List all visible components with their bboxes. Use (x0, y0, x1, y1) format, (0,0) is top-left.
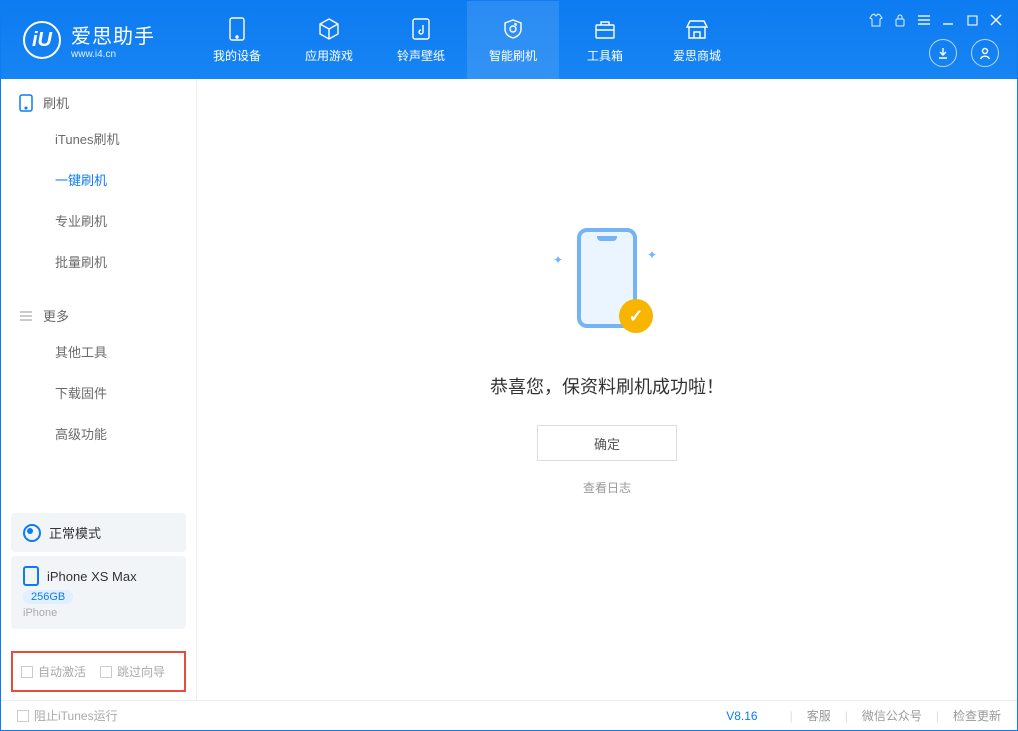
sidebar-item-itunes-flash[interactable]: iTunes刷机 (1, 118, 196, 159)
header-actions-bottom (929, 39, 999, 67)
version-label: V8.16 (726, 709, 757, 723)
checkbox-auto-activate[interactable]: 自动激活 (21, 663, 86, 680)
download-button[interactable] (929, 39, 957, 67)
checkbox-block-itunes[interactable]: 阻止iTunes运行 (17, 707, 118, 724)
ok-button[interactable]: 确定 (537, 425, 677, 461)
phone-icon (19, 94, 33, 112)
shirt-icon[interactable] (869, 13, 883, 27)
logo-area: iU 爱思助手 www.i4.cn (1, 20, 191, 60)
music-file-icon (408, 16, 434, 42)
success-message: 恭喜您，保资料刷机成功啦！ (490, 373, 724, 399)
sidebar-item-download-firmware[interactable]: 下载固件 (1, 372, 196, 413)
close-button[interactable] (989, 13, 1003, 27)
sidebar-item-advanced[interactable]: 高级功能 (1, 413, 196, 454)
tab-toolbox[interactable]: 工具箱 (559, 1, 651, 79)
tab-smart-flash[interactable]: 智能刷机 (467, 1, 559, 79)
checkbox-icon (21, 666, 33, 678)
statusbar: 阻止iTunes运行 V8.16 | 客服 | 微信公众号 | 检查更新 (1, 700, 1017, 730)
user-button[interactable] (971, 39, 999, 67)
success-illustration: ✦ ✦ ✓ (547, 223, 667, 343)
phone-outline-icon (23, 566, 39, 586)
menu-icon[interactable] (917, 13, 931, 27)
view-log-link[interactable]: 查看日志 (583, 479, 631, 496)
lock-icon[interactable] (893, 13, 907, 27)
sidebar-section-more: 更多 (1, 292, 196, 331)
mode-icon (23, 524, 41, 542)
more-icon (19, 309, 33, 323)
device-type: iPhone (23, 607, 174, 619)
link-check-update[interactable]: 检查更新 (953, 707, 1001, 724)
checkbox-skip-guide[interactable]: 跳过向导 (100, 663, 165, 680)
device-icon (224, 16, 250, 42)
logo-icon: iU (23, 21, 61, 59)
sparkle-icon: ✦ (553, 253, 563, 267)
sidebar-item-other-tools[interactable]: 其他工具 (1, 331, 196, 372)
device-capacity-badge: 256GB (23, 590, 73, 604)
cube-icon (316, 16, 342, 42)
tab-ringtones-wallpaper[interactable]: 铃声壁纸 (375, 1, 467, 79)
app-header: iU 爱思助手 www.i4.cn 我的设备 应用游戏 铃声壁纸 智能刷机 工具… (1, 1, 1017, 79)
refresh-shield-icon (500, 16, 526, 42)
sidebar-item-batch-flash[interactable]: 批量刷机 (1, 241, 196, 282)
checkbox-icon (17, 710, 29, 722)
store-icon (684, 16, 710, 42)
checkbox-icon (100, 666, 112, 678)
link-wechat[interactable]: 微信公众号 (862, 707, 922, 724)
sidebar-section-flash: 刷机 (1, 79, 196, 118)
logo-title: 爱思助手 (71, 20, 155, 49)
device-info-card[interactable]: iPhone XS Max 256GB iPhone (11, 556, 186, 629)
device-mode-card[interactable]: 正常模式 (11, 513, 186, 552)
options-highlight-box: 自动激活 跳过向导 (11, 651, 186, 692)
logo-subtitle: www.i4.cn (71, 49, 155, 60)
device-name: iPhone XS Max (47, 569, 137, 584)
main-tabs: 我的设备 应用游戏 铃声壁纸 智能刷机 工具箱 爱思商城 (191, 1, 743, 79)
main-content: ✦ ✦ ✓ 恭喜您，保资料刷机成功啦！ 确定 查看日志 (197, 79, 1017, 700)
check-badge-icon: ✓ (619, 299, 653, 333)
maximize-button[interactable] (965, 13, 979, 27)
link-support[interactable]: 客服 (807, 707, 831, 724)
sidebar-item-oneclick-flash[interactable]: 一键刷机 (1, 159, 196, 200)
tab-my-device[interactable]: 我的设备 (191, 1, 283, 79)
sidebar-item-pro-flash[interactable]: 专业刷机 (1, 200, 196, 241)
window-controls-top (869, 13, 1003, 27)
sparkle-icon: ✦ (647, 248, 657, 262)
tab-store[interactable]: 爱思商城 (651, 1, 743, 79)
sidebar: 刷机 iTunes刷机 一键刷机 专业刷机 批量刷机 更多 其他工具 下载固件 … (1, 79, 197, 700)
minimize-button[interactable] (941, 13, 955, 27)
toolbox-icon (592, 16, 618, 42)
tab-apps-games[interactable]: 应用游戏 (283, 1, 375, 79)
